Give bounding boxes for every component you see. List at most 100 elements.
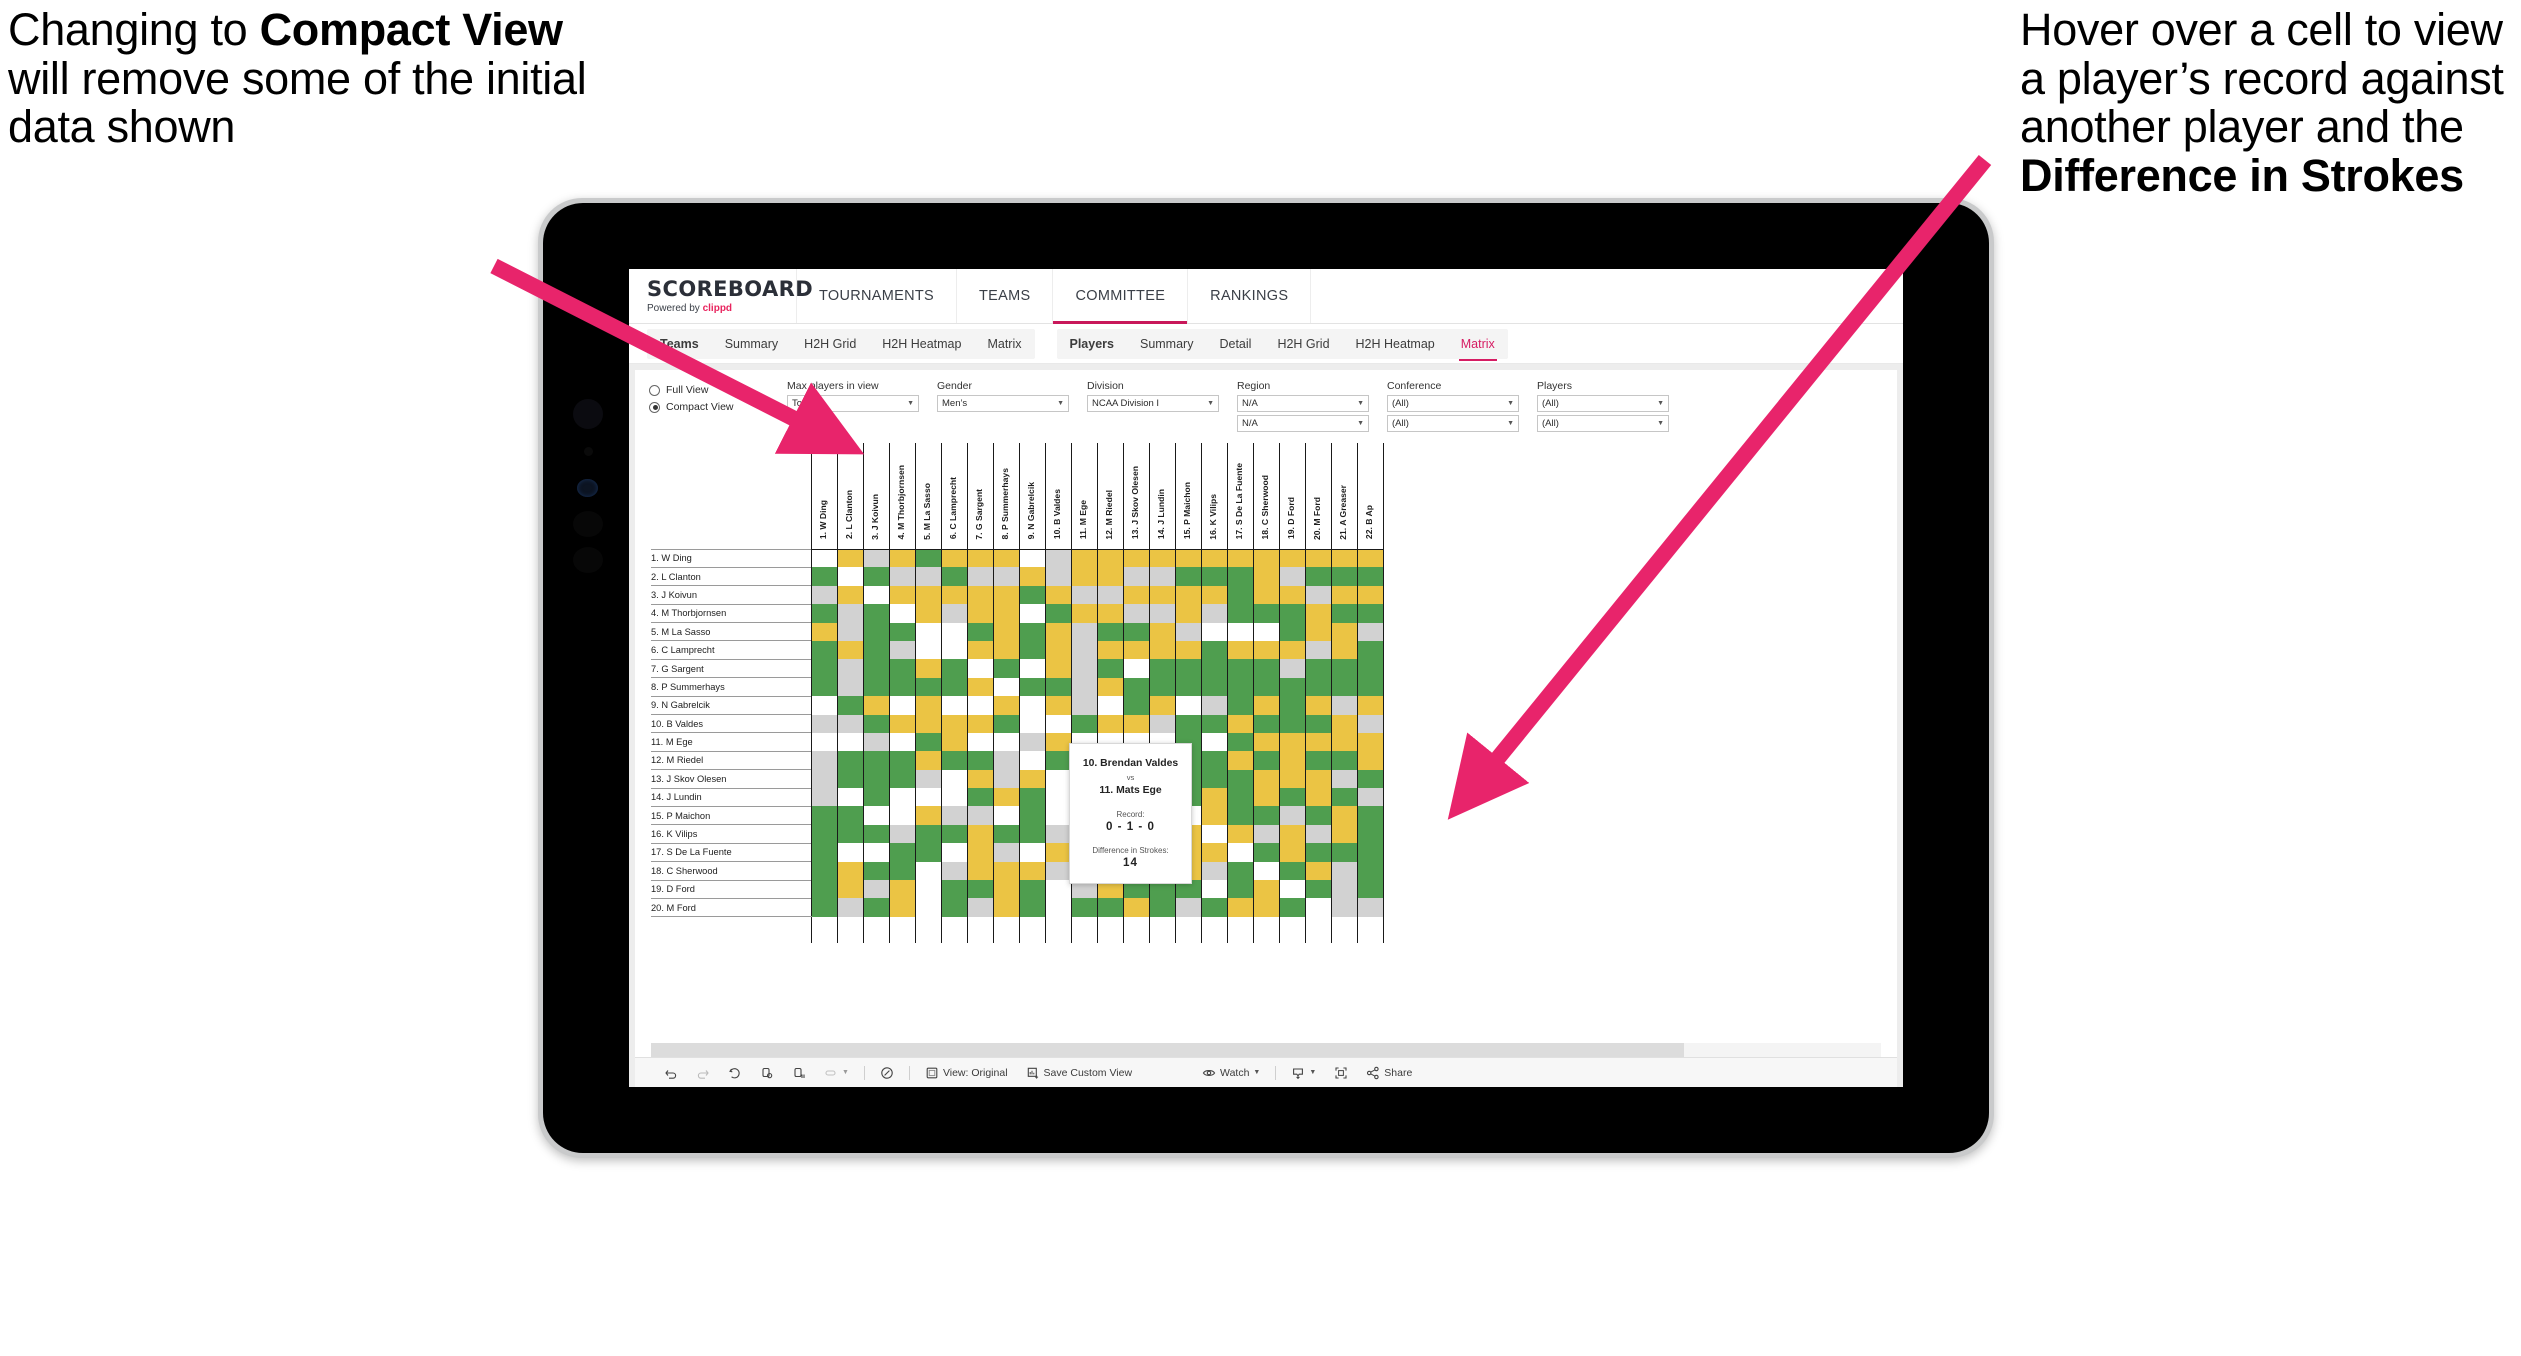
matrix-cell[interactable] [1148,567,1176,586]
matrix-cell[interactable] [1044,622,1072,641]
pause-auto-update-button[interactable] [783,1058,815,1087]
matrix-cell[interactable] [966,806,994,825]
matrix-cell[interactable] [1226,732,1254,752]
subnav-item-player-summary[interactable]: Summary [1127,329,1206,359]
subnav-item-team-h2h-grid[interactable]: H2H Grid [791,329,869,359]
matrix-col-header[interactable]: 8. P Summerhays [992,443,1020,550]
matrix-cell[interactable] [1044,585,1072,605]
matrix-cell[interactable] [1148,622,1176,641]
filter-division-select[interactable]: NCAA Division I ▼ [1087,395,1219,412]
matrix-cell[interactable] [1018,622,1046,641]
matrix-cell[interactable] [1252,640,1280,660]
matrix-cell[interactable] [1044,880,1072,899]
matrix-cell[interactable] [1356,732,1384,752]
matrix-cell[interactable] [1304,898,1332,917]
matrix-cell[interactable] [862,898,890,917]
matrix-cell[interactable] [1356,843,1384,862]
matrix-row-header[interactable]: 3. J Koivun [651,585,811,605]
matrix-cell[interactable] [1200,751,1228,770]
matrix-cell[interactable] [1304,880,1332,899]
matrix-cell[interactable] [1278,769,1306,789]
matrix-cell[interactable] [1226,604,1254,623]
matrix-cell[interactable] [1278,880,1306,899]
matrix-cell[interactable] [862,861,890,881]
matrix-cell[interactable] [966,604,994,623]
matrix-row-header[interactable]: 7. G Sargent [651,658,811,678]
matrix-cell[interactable] [1200,567,1228,586]
matrix-cell[interactable] [810,769,838,789]
matrix-cell[interactable] [836,567,864,586]
subnav-item-player-matrix[interactable]: Matrix [1448,329,1508,361]
matrix-cell[interactable] [1330,806,1358,825]
matrix-cell[interactable] [914,659,942,678]
filter-region-select[interactable]: N/A ▼ [1237,395,1369,412]
matrix-cell[interactable] [1252,806,1280,825]
matrix-cell[interactable] [1330,751,1358,770]
matrix-cell[interactable] [810,880,838,899]
matrix-cell[interactable] [1226,880,1254,899]
matrix-cell[interactable] [862,640,890,660]
matrix-row-header[interactable]: 10. B Valdes [651,714,811,733]
share-button[interactable]: Share [1357,1058,1421,1087]
matrix-cell[interactable] [862,769,890,789]
matrix-cell[interactable] [992,898,1020,917]
matrix-cell[interactable] [1174,585,1202,605]
matrix-cell[interactable] [1096,659,1124,678]
matrix-cell[interactable] [1356,806,1384,825]
matrix-cell[interactable] [940,677,968,697]
matrix-cell[interactable] [1304,622,1332,641]
filter-players-select-2[interactable]: (All) ▼ [1537,415,1669,432]
matrix-cell[interactable] [862,824,890,844]
matrix-row-header[interactable]: 17. S De La Fuente [651,842,811,862]
matrix-cell[interactable] [862,788,890,807]
matrix-cell[interactable] [1226,696,1254,715]
subnav-item-teams[interactable]: Teams [647,329,712,359]
matrix-row-header[interactable]: 9. N Gabrelcik [651,695,811,715]
matrix-cell[interactable] [1252,769,1280,789]
matrix-row-header[interactable]: 2. L Clanton [651,566,811,586]
matrix-cell[interactable] [810,677,838,697]
matrix-cell[interactable] [1304,732,1332,752]
matrix-cell[interactable] [888,788,916,807]
brand-logo[interactable]: SCOREBOARD Powered by clippd [629,269,813,323]
matrix-cell[interactable] [1304,861,1332,881]
matrix-cell[interactable] [966,751,994,770]
matrix-cell[interactable] [888,824,916,844]
matrix-cell[interactable] [914,843,942,862]
matrix-cell[interactable] [1356,677,1384,697]
matrix-cell[interactable] [1356,861,1384,881]
matrix-cell[interactable] [1330,843,1358,862]
matrix-cell[interactable] [1226,714,1254,733]
matrix-cell[interactable] [888,861,916,881]
matrix-row-header[interactable]: 16. K Vilips [651,824,811,844]
matrix-cell[interactable] [1200,824,1228,844]
matrix-cell[interactable] [836,714,864,733]
matrix-row-header[interactable]: 4. M Thorbjornsen [651,603,811,623]
matrix-cell[interactable] [888,714,916,733]
matrix-cell[interactable] [914,880,942,899]
matrix-cell[interactable] [992,806,1020,825]
matrix-cell[interactable] [1304,549,1332,568]
matrix-cell[interactable] [940,843,968,862]
matrix-cell[interactable] [1200,585,1228,605]
matrix-cell[interactable] [1200,788,1228,807]
matrix-cell[interactable] [940,861,968,881]
matrix-cell[interactable] [914,769,942,789]
matrix-row-header[interactable]: 6. C Lamprecht [651,640,811,660]
matrix-cell[interactable] [992,769,1020,789]
matrix-cell[interactable] [1096,696,1124,715]
matrix-cell[interactable] [1096,714,1124,733]
matrix-cell[interactable] [1070,714,1098,733]
matrix-cell[interactable] [1174,659,1202,678]
help-button[interactable] [871,1058,903,1087]
matrix-cell[interactable] [810,585,838,605]
matrix-cell[interactable] [1044,714,1072,733]
matrix-cell[interactable] [1174,696,1202,715]
matrix-cell[interactable] [940,549,968,568]
matrix-cell[interactable] [1148,898,1176,917]
matrix-cell[interactable] [966,677,994,697]
matrix-cell[interactable] [1252,824,1280,844]
matrix-cell[interactable] [836,751,864,770]
matrix-cell[interactable] [888,567,916,586]
matrix-cell[interactable] [1200,898,1228,917]
